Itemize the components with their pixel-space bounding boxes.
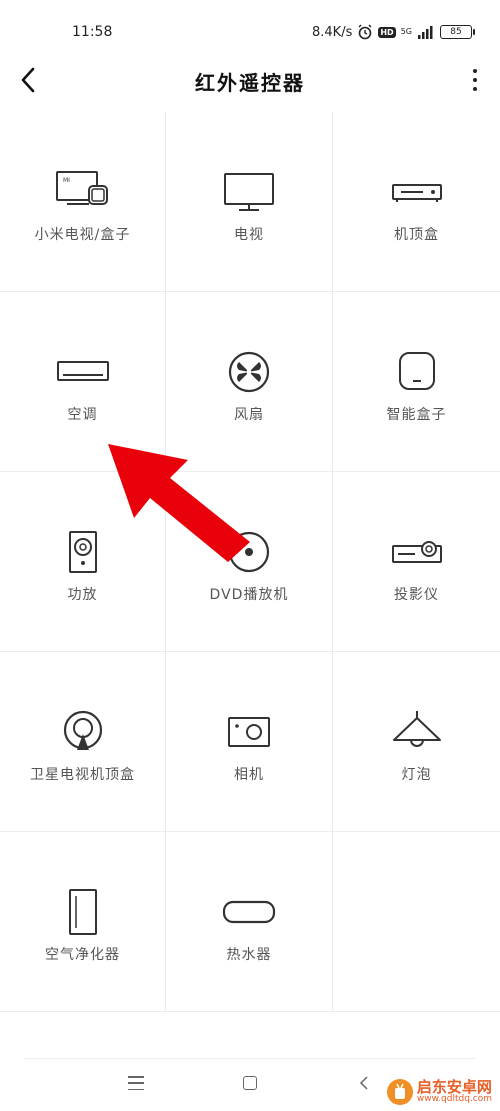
device-dvd-player[interactable]: DVD播放机 xyxy=(166,472,333,652)
more-vertical-icon[interactable] xyxy=(468,65,482,95)
tv-icon xyxy=(221,170,277,214)
device-fan[interactable]: 风扇 xyxy=(166,292,333,472)
device-label: 风扇 xyxy=(234,407,264,423)
set-top-box-icon xyxy=(389,170,445,214)
page-title: 红外遥控器 xyxy=(195,71,305,95)
camera-icon xyxy=(221,710,277,754)
device-mi-tv-box[interactable]: MI 小米电视/盒子 xyxy=(0,112,166,292)
device-label: 功放 xyxy=(67,587,98,603)
device-satellite-box[interactable]: 卫星电视机顶盒 xyxy=(0,652,166,832)
empty-cell xyxy=(333,832,500,1012)
projector-icon xyxy=(389,530,445,574)
device-lamp[interactable]: 灯泡 xyxy=(333,652,500,832)
device-label: 小米电视/盒子 xyxy=(34,227,131,243)
smart-box-icon xyxy=(389,350,445,394)
title-bar: 红外遥控器 xyxy=(0,55,500,105)
nav-back-icon[interactable] xyxy=(358,1076,370,1090)
dvd-player-icon xyxy=(221,530,277,574)
device-label: 空调 xyxy=(67,407,98,423)
device-water-heater[interactable]: 热水器 xyxy=(166,832,333,1012)
device-label: DVD播放机 xyxy=(209,587,289,603)
air-conditioner-icon xyxy=(55,350,111,394)
amplifier-icon xyxy=(55,530,111,574)
recent-apps-icon[interactable] xyxy=(128,1076,144,1090)
device-label: 空气净化器 xyxy=(45,947,120,963)
device-air-purifier[interactable]: 空气净化器 xyxy=(0,832,166,1012)
device-label: 智能盒子 xyxy=(386,407,447,423)
device-set-top-box[interactable]: 机顶盒 xyxy=(333,112,500,292)
net-speed: 8.4K/s xyxy=(312,24,353,40)
watermark-title: 启东安卓网 xyxy=(416,1078,492,1096)
svg-text:MI: MI xyxy=(63,177,70,184)
mi-tv-box-icon: MI xyxy=(55,170,111,214)
device-smart-box[interactable]: 智能盒子 xyxy=(333,292,500,472)
device-label: 热水器 xyxy=(226,947,272,963)
water-heater-icon xyxy=(221,890,277,934)
alarm-icon xyxy=(358,24,372,40)
device-label: 灯泡 xyxy=(401,767,432,783)
status-icons: 8.4K/s HD 5G 85 xyxy=(312,20,475,44)
status-time: 11:58 xyxy=(72,24,113,40)
device-air-conditioner[interactable]: 空调 xyxy=(0,292,166,472)
device-label: 投影仪 xyxy=(394,587,439,603)
satellite-box-icon xyxy=(55,710,111,754)
watermark-logo-icon xyxy=(386,1079,413,1105)
device-label: 相机 xyxy=(234,767,264,783)
battery-icon: 85 xyxy=(440,25,475,39)
device-label: 机顶盒 xyxy=(394,227,439,243)
battery-level: 85 xyxy=(450,27,462,37)
network-type: 5G xyxy=(400,27,412,36)
device-label: 电视 xyxy=(234,227,264,243)
device-grid: MI 小米电视/盒子 电视 机顶盒 空调 风扇 智能盒子 功放 DVD播放机 投… xyxy=(0,112,500,1012)
device-camera[interactable]: 相机 xyxy=(166,652,333,832)
watermark: 启东安卓网 www.qdltdq.com xyxy=(386,1078,492,1105)
air-purifier-icon xyxy=(55,889,111,935)
watermark-url: www.qdltdq.com xyxy=(416,1094,492,1104)
device-label: 卫星电视机顶盒 xyxy=(30,767,135,783)
nav-divider xyxy=(24,1058,476,1059)
device-tv[interactable]: 电视 xyxy=(166,112,333,292)
status-bar: 11:58 8.4K/s HD 5G 85 xyxy=(0,0,500,60)
fan-icon xyxy=(221,350,277,394)
signal-icon xyxy=(418,26,433,39)
device-amplifier[interactable]: 功放 xyxy=(0,472,166,652)
home-icon[interactable] xyxy=(243,1076,257,1090)
hd-badge: HD xyxy=(378,26,396,38)
lamp-icon xyxy=(389,710,445,754)
device-projector[interactable]: 投影仪 xyxy=(333,472,500,652)
